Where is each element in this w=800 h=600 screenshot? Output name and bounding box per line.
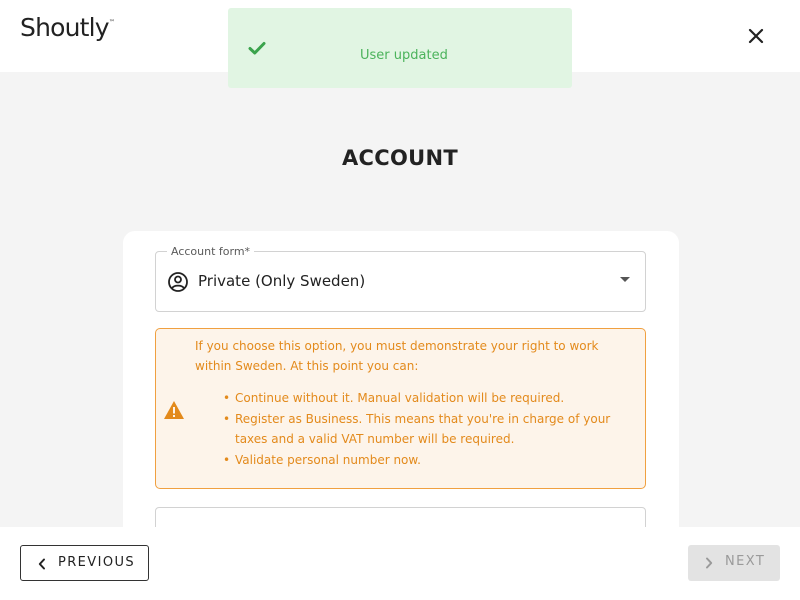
page-title: ACCOUNT bbox=[342, 146, 458, 170]
next-button[interactable]: NEXT bbox=[688, 545, 780, 581]
warning-icon bbox=[164, 401, 184, 419]
account-circle-icon bbox=[168, 272, 188, 292]
shoutly-logo[interactable]: Shoutly™ bbox=[20, 13, 115, 42]
warning-option: Continue without it. Manual validation w… bbox=[223, 388, 640, 409]
account-form-value: Private (Only Sweden) bbox=[198, 272, 366, 290]
next-button-label: NEXT bbox=[725, 554, 766, 569]
warning-options-list: Continue without it. Manual validation w… bbox=[223, 388, 640, 471]
previous-button-label: PREVIOUS bbox=[58, 555, 136, 570]
check-icon bbox=[248, 42, 266, 55]
chevron-down-icon bbox=[620, 277, 630, 282]
logo-text: Shoutly bbox=[20, 13, 110, 42]
chevron-left-icon bbox=[38, 558, 45, 570]
success-toast: User updated bbox=[228, 8, 572, 88]
close-icon bbox=[748, 28, 764, 44]
toast-message: User updated bbox=[360, 48, 448, 63]
logo-trademark: ™ bbox=[108, 19, 115, 26]
footer: PREVIOUS NEXT bbox=[0, 527, 800, 600]
warning-intro: If you choose this option, you must demo… bbox=[195, 339, 599, 373]
account-form-label: Account form* bbox=[167, 245, 255, 258]
chevron-right-icon bbox=[706, 557, 713, 569]
close-button[interactable] bbox=[742, 22, 770, 50]
previous-button[interactable]: PREVIOUS bbox=[20, 545, 149, 581]
warning-option: Register as Business. This means that yo… bbox=[223, 409, 640, 450]
account-form-select[interactable]: Account form* Private (Only Sweden) bbox=[155, 245, 646, 312]
warning-alert: If you choose this option, you must demo… bbox=[155, 328, 646, 489]
warning-option: Validate personal number now. bbox=[223, 450, 640, 471]
